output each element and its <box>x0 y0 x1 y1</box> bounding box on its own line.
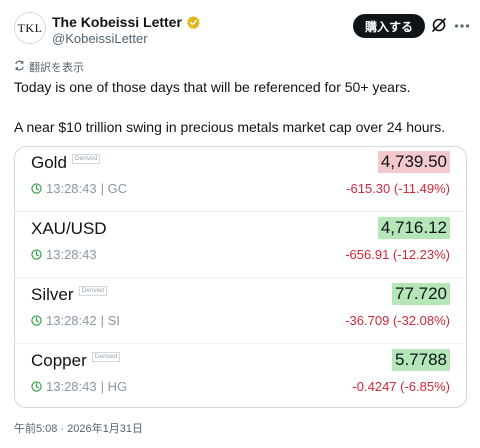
quote-row-silver[interactable]: Silver Derived 77.720 13:28:42 | SI -36.… <box>15 279 466 344</box>
clock-icon <box>31 249 42 260</box>
avatar[interactable]: TKL <box>14 12 46 44</box>
quote-time: 13:28:43 <box>46 247 97 262</box>
author-display-name[interactable]: The Kobeissi Letter <box>52 14 182 30</box>
author-handle[interactable]: @KobeissiLetter <box>52 31 148 46</box>
quote-name-wrap: Copper Derived <box>31 351 121 371</box>
quote-time: 13:28:43 <box>46 181 97 196</box>
translate-label: 翻訳を表示 <box>29 62 84 74</box>
quote-time: 13:28:42 <box>46 313 97 328</box>
quote-time-row: 13:28:43 | HG <box>31 379 127 394</box>
verified-badge-icon <box>186 15 201 30</box>
quote-price: 4,716.12 <box>377 217 450 239</box>
quote-change: -615.30 (-11.49%) <box>346 181 450 196</box>
quote-row-xauusd[interactable]: XAU/USD 4,716.12 13:28:43 -656.91 (-12.2… <box>15 213 466 278</box>
quote-name-wrap: Gold Derived <box>31 153 101 173</box>
more-icon[interactable] <box>454 19 470 31</box>
grok-icon[interactable] <box>430 16 448 34</box>
derived-badge: Derived <box>71 154 101 164</box>
quote-price: 4,739.50 <box>377 151 450 173</box>
quote-time-row: 13:28:43 | GC <box>31 181 127 196</box>
quote-name: Copper <box>31 351 87 370</box>
quote-change: -36.709 (-32.08%) <box>345 313 450 328</box>
derived-badge: Derived <box>78 286 107 296</box>
quote-change: -656.91 (-12.23%) <box>345 247 450 262</box>
quote-name-wrap: XAU/USD <box>31 219 107 239</box>
avatar-text: TKL <box>17 20 43 35</box>
quote-time: 13:28:43 <box>46 379 97 394</box>
quote-price: 5.7788 <box>392 349 450 371</box>
quote-name: XAU/USD <box>31 219 107 238</box>
tweet-header: TKL The Kobeissi Letter @KobeissiLetter … <box>0 0 480 56</box>
quotes-card[interactable]: Gold Derived 4,739.50 13:28:43 | GC -615… <box>14 146 467 408</box>
derived-badge: Derived <box>91 352 121 362</box>
clock-icon <box>31 183 42 194</box>
quote-name: Gold <box>31 153 67 172</box>
quote-time-row: 13:28:42 | SI <box>31 313 120 328</box>
quote-change: -0.4247 (-6.85%) <box>352 379 450 394</box>
clock-icon <box>31 315 42 326</box>
quote-symbol: | GC <box>100 181 128 196</box>
tweet-text-line1: Today is one of those days that will be … <box>14 79 411 95</box>
translate-icon <box>14 60 25 74</box>
author-name-row[interactable]: The Kobeissi Letter <box>52 14 201 30</box>
quote-time-row: 13:28:43 <box>31 247 97 262</box>
quote-row-copper[interactable]: Copper Derived 5.7788 13:28:43 | HG -0.4… <box>15 345 466 407</box>
subscribe-button[interactable]: 購入する <box>353 14 425 38</box>
tweet-text-line2: A near $10 trillion swing in precious me… <box>14 119 446 135</box>
quote-row-gold[interactable]: Gold Derived 4,739.50 13:28:43 | GC -615… <box>15 147 466 212</box>
quote-price: 77.720 <box>392 283 450 305</box>
quote-name: Silver <box>31 285 74 304</box>
clock-icon <box>31 381 42 392</box>
quote-name-wrap: Silver Derived <box>31 285 107 305</box>
quote-symbol: | SI <box>100 313 120 328</box>
tweet-timestamp[interactable]: 午前5:08 · 2026年1月31日 <box>14 420 143 436</box>
translate-link[interactable]: 翻訳を表示 <box>14 59 84 75</box>
quote-symbol: | HG <box>100 379 128 394</box>
